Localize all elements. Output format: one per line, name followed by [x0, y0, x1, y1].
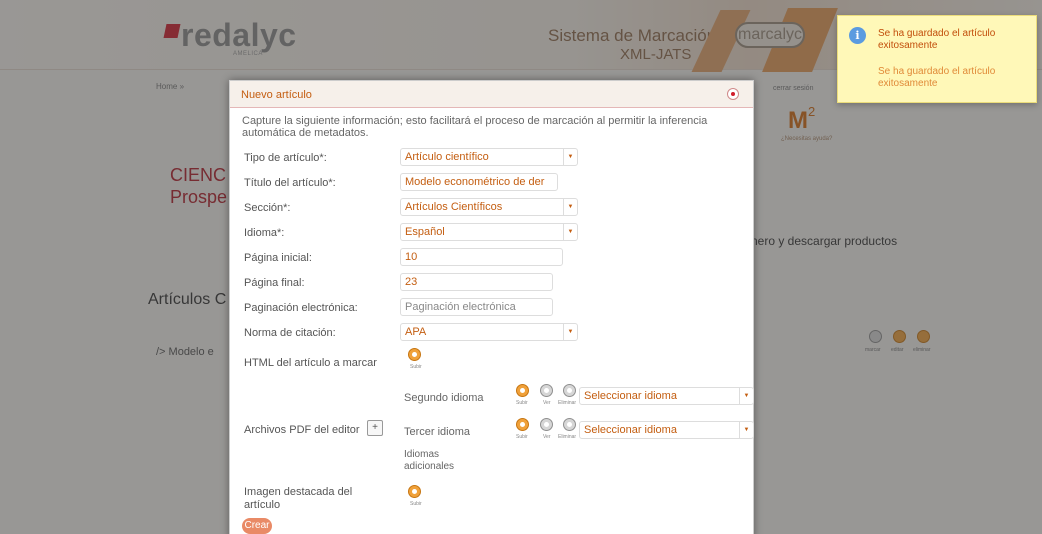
language-value: Español — [405, 226, 445, 238]
upload-html-caption: Subir — [410, 364, 422, 370]
start-page-label: Página inicial: — [244, 252, 312, 264]
electronic-pagination-label: Paginación electrónica: — [244, 302, 358, 314]
end-page-input[interactable]: 23 — [400, 273, 553, 291]
upload-image-caption: Subir — [410, 501, 422, 507]
chevron-down-icon: ▼ — [563, 324, 577, 340]
article-type-value: Artículo científico — [405, 151, 489, 163]
upload-caption: Subir — [516, 400, 528, 406]
end-page-label: Página final: — [244, 277, 305, 289]
view-caption: Ver — [543, 434, 551, 440]
third-language-select[interactable]: Seleccionar idioma ▼ — [579, 421, 754, 439]
close-dialog-button[interactable] — [727, 88, 739, 100]
start-page-input[interactable]: 10 — [400, 248, 563, 266]
editor-pdf-label: Archivos PDF del editor — [244, 424, 360, 436]
additional-languages-label-line2: adicionales — [404, 461, 455, 472]
delete-second-pdf-icon[interactable] — [563, 384, 576, 397]
view-caption: Ver — [543, 400, 551, 406]
dialog-title: Nuevo artículo — [241, 89, 312, 101]
delete-third-pdf-icon[interactable] — [563, 418, 576, 431]
info-icon: i — [849, 27, 866, 44]
article-type-label: Tipo de artículo*: — [244, 152, 327, 164]
section-label: Sección*: — [244, 202, 291, 214]
article-title-input[interactable]: Modelo econométrico de der — [400, 173, 558, 191]
upload-second-pdf-icon[interactable] — [516, 384, 529, 397]
notification-title: Se ha guardado el artículo exitosamente — [878, 28, 996, 51]
electronic-pagination-input[interactable]: Paginación electrónica — [400, 298, 553, 316]
upload-caption: Subir — [516, 434, 528, 440]
upload-html-icon[interactable] — [408, 348, 421, 361]
upload-image-icon[interactable] — [408, 485, 421, 498]
third-language-label: Tercer idioma — [404, 426, 471, 438]
article-type-select[interactable]: Artículo científico ▼ — [400, 148, 578, 166]
notification-message: Se ha guardado el artículo exitosamente — [878, 66, 996, 89]
chevron-down-icon: ▼ — [563, 199, 577, 215]
success-notification[interactable]: i Se ha guardado el artículo exitosament… — [837, 15, 1037, 103]
chevron-down-icon: ▼ — [563, 224, 577, 240]
article-title-label: Título del artículo*: — [244, 177, 336, 189]
create-button[interactable]: Crear — [242, 518, 272, 534]
dialog-intro: Capture la siguiente información; esto f… — [242, 115, 708, 139]
section-select[interactable]: Artículos Científicos ▼ — [400, 198, 578, 216]
upload-third-pdf-icon[interactable] — [516, 418, 529, 431]
chevron-down-icon: ▼ — [739, 422, 753, 438]
second-language-value: Seleccionar idioma — [584, 390, 677, 402]
delete-caption: Eliminar — [558, 400, 577, 406]
language-label: Idioma*: — [244, 227, 285, 239]
delete-caption: Eliminar — [558, 434, 577, 440]
featured-image-label-line2: artículo — [244, 499, 281, 511]
featured-image-label-line1: Imagen destacada del — [244, 486, 353, 498]
citation-style-value: APA — [405, 326, 427, 338]
dialog-titlebar: Nuevo artículo — [230, 81, 753, 108]
new-article-dialog: Nuevo artículo Capture la siguiente info… — [229, 80, 754, 534]
second-language-select[interactable]: Seleccionar idioma ▼ — [579, 387, 754, 405]
citation-style-select[interactable]: APA ▼ — [400, 323, 578, 341]
second-language-label: Segundo idioma — [404, 392, 484, 404]
add-pdf-button[interactable]: + — [367, 420, 383, 436]
additional-languages-label-line1: Idiomas — [404, 449, 440, 460]
close-icon — [731, 92, 735, 96]
html-file-label: HTML del artículo a marcar — [244, 357, 377, 369]
language-select[interactable]: Español ▼ — [400, 223, 578, 241]
view-second-pdf-icon[interactable] — [540, 384, 553, 397]
chevron-down-icon: ▼ — [739, 388, 753, 404]
chevron-down-icon: ▼ — [563, 149, 577, 165]
section-value: Artículos Científicos — [405, 201, 503, 213]
view-third-pdf-icon[interactable] — [540, 418, 553, 431]
citation-style-label: Norma de citación: — [244, 327, 336, 339]
third-language-value: Seleccionar idioma — [584, 424, 677, 436]
